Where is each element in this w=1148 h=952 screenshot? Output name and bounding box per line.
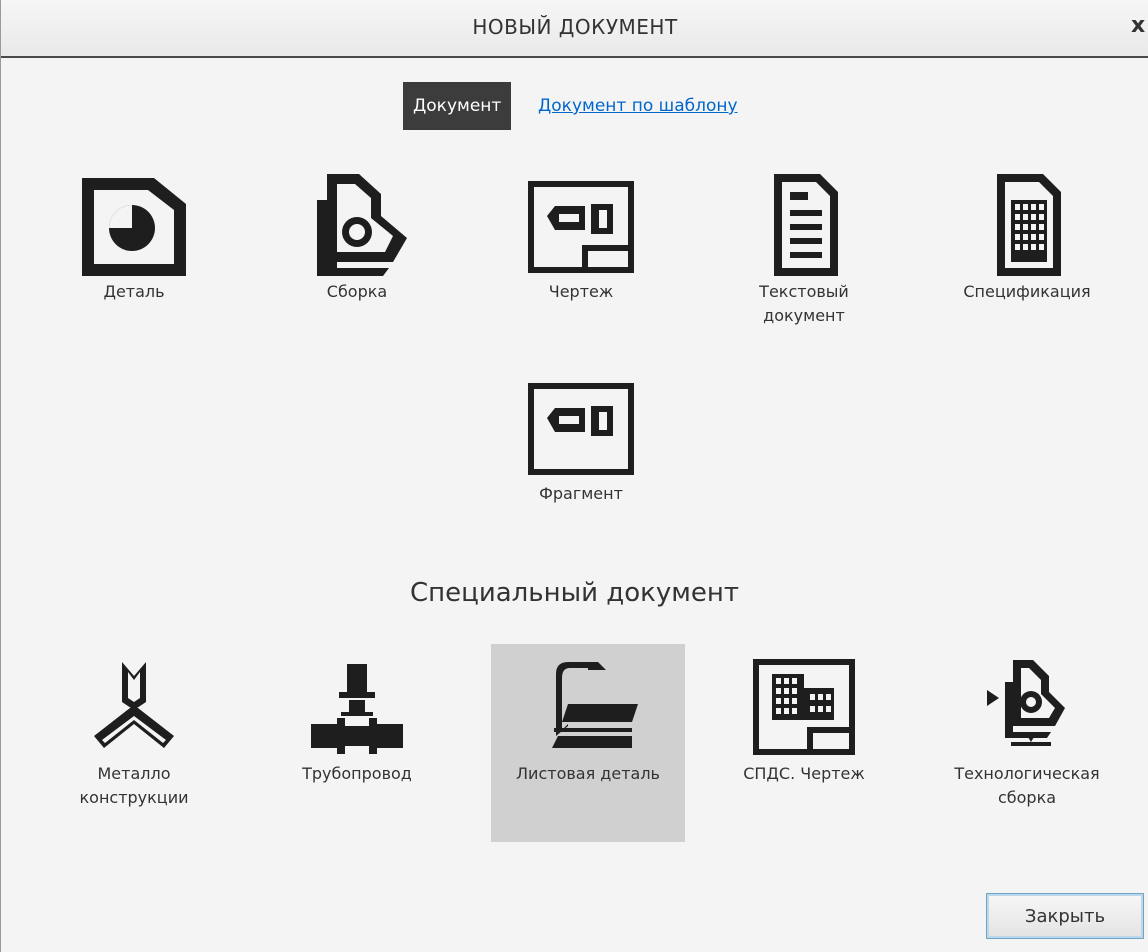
tile-label: Металло конструкции — [79, 764, 189, 807]
tech-assembly-icon — [987, 660, 1065, 746]
specification-icon — [997, 174, 1061, 276]
new-document-dialog: НОВЫЙ ДОКУМЕНТ x Документ Документ по ша… — [0, 0, 1148, 952]
close-icon[interactable]: x — [1131, 13, 1147, 38]
dialog-title: НОВЫЙ ДОКУМЕНТ — [472, 15, 678, 39]
tile-label: Сборка — [326, 282, 388, 301]
part-icon — [82, 178, 186, 276]
tile-tech-assembly[interactable]: Технологическая сборка — [932, 652, 1122, 810]
fragment-icon — [528, 383, 634, 475]
special-document-title: Специальный документ — [409, 578, 740, 608]
tile-sheet-part[interactable]: Листовая деталь — [491, 644, 685, 842]
tile-label: Чертеж — [548, 282, 614, 301]
document-tabs: Документ Документ по шаблону — [1, 82, 1148, 130]
tile-fragment[interactable]: Фрагмент — [486, 372, 676, 506]
tile-label: Спецификация — [963, 282, 1091, 301]
tab-document-by-template[interactable]: Документ по шаблону — [538, 82, 738, 130]
tile-label: СПДС. Чертеж — [743, 764, 865, 783]
tile-label: Текстовый документ — [759, 282, 849, 325]
assembly-icon — [317, 174, 407, 276]
tile-spds-drawing[interactable]: СПДС. Чертеж — [709, 652, 899, 786]
tile-label: Технологическая сборка — [954, 764, 1100, 807]
tile-label: Деталь — [103, 282, 165, 301]
pipeline-icon — [311, 664, 403, 754]
tile-label: Фрагмент — [539, 484, 623, 503]
title-bar: НОВЫЙ ДОКУМЕНТ x — [1, 0, 1148, 58]
tile-label: Трубопровод — [302, 764, 412, 783]
tile-drawing[interactable]: Чертеж — [486, 170, 676, 304]
close-button[interactable]: Закрыть — [986, 893, 1144, 939]
text-document-icon — [774, 174, 838, 276]
drawing-icon — [528, 181, 634, 273]
tile-pipeline[interactable]: Трубопровод — [262, 652, 452, 786]
tile-part[interactable]: Деталь — [39, 170, 229, 304]
spds-drawing-icon — [753, 659, 855, 755]
metal-structures-icon — [94, 662, 174, 748]
tile-label: Листовая деталь — [516, 764, 660, 783]
tile-metal-structures[interactable]: Металло конструкции — [39, 652, 229, 810]
tab-document[interactable]: Документ — [403, 82, 512, 130]
sheet-part-icon — [552, 662, 638, 748]
tile-text-document[interactable]: Текстовый документ — [709, 170, 899, 328]
tile-specification[interactable]: Спецификация — [932, 170, 1122, 304]
tile-assembly[interactable]: Сборка — [262, 170, 452, 304]
